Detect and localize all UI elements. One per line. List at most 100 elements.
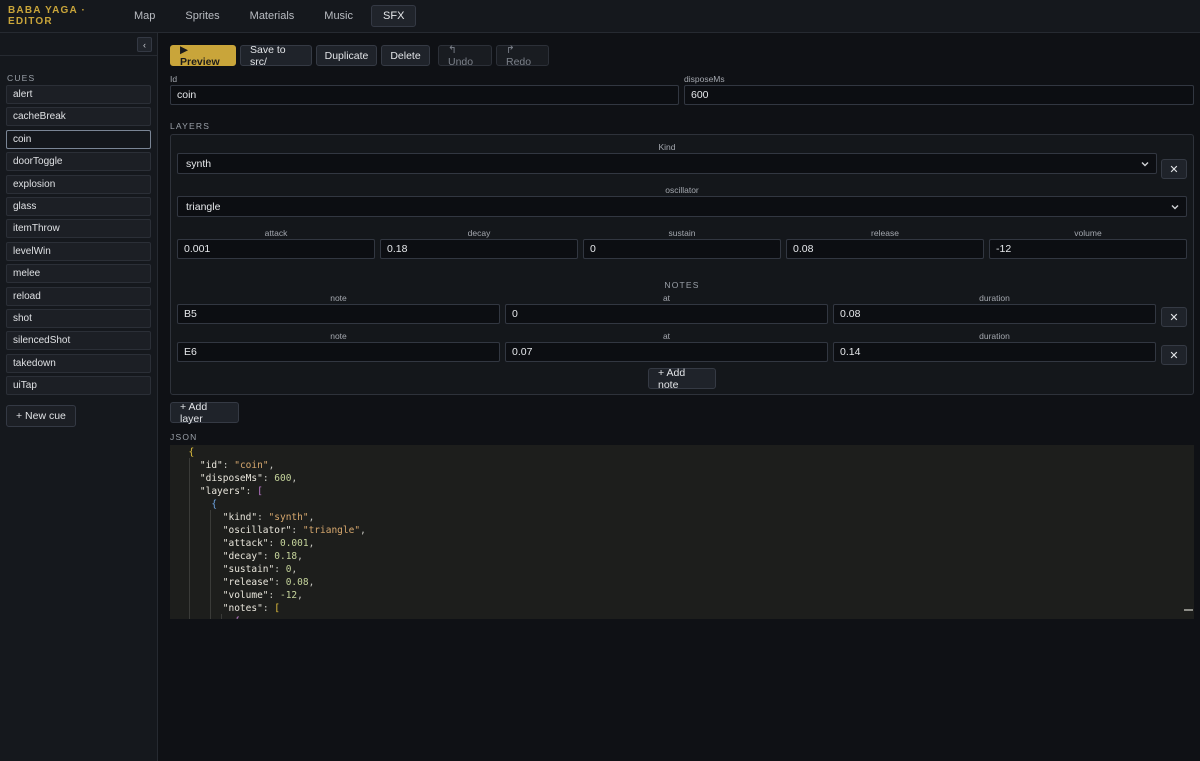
cue-item-alert[interactable]: alert — [6, 85, 151, 104]
json-line: "oscillator": "triangle", — [177, 524, 366, 537]
json-token: "notes" — [222, 603, 263, 614]
id-field[interactable]: coin — [170, 85, 679, 105]
sustain-field[interactable]: 0 — [583, 239, 781, 259]
json-token: { — [188, 447, 195, 458]
new-cue-button[interactable]: + New cue — [6, 405, 76, 427]
delete-button[interactable]: Delete — [381, 45, 430, 66]
cue-item-coin[interactable]: coin — [6, 129, 151, 149]
sidebar-header: ‹ — [0, 33, 157, 56]
cue-item-explosion[interactable]: explosion — [6, 174, 151, 194]
undo-button[interactable]: ↰ Undo — [438, 44, 492, 68]
json-token: , — [291, 564, 298, 575]
json-line: { — [177, 615, 240, 619]
note-note-field[interactable]: E6 — [177, 342, 500, 362]
chevron-down-icon — [1141, 162, 1149, 167]
cue-item-silencedShot[interactable]: silencedShot — [6, 331, 151, 351]
note-duration-field[interactable]: 0.08 — [833, 304, 1156, 324]
tab-sfx[interactable]: SFX — [371, 5, 417, 27]
json-token: [ — [257, 486, 263, 497]
json-token: , — [291, 473, 298, 484]
release-field[interactable]: 0.08 — [786, 239, 984, 259]
json-token: : — [245, 486, 258, 497]
note-duration-field[interactable]: 0.14 — [833, 342, 1156, 362]
json-line: "attack": 0.001, — [177, 537, 315, 550]
oscillator-label: oscillator — [665, 185, 699, 195]
json-token: , — [297, 590, 303, 601]
json-token: : — [274, 577, 286, 588]
cue-item-reload[interactable]: reload — [6, 286, 151, 306]
collapse-sidebar-icon[interactable]: ‹ — [137, 37, 152, 52]
oscillator-select[interactable]: triangle — [177, 196, 1187, 217]
json-line: { — [177, 446, 194, 459]
volume-label: volume — [1074, 228, 1102, 238]
json-token: : — [268, 590, 280, 601]
decay-field[interactable]: 0.18 — [380, 239, 578, 259]
scrollbar-thumb[interactable] — [1184, 609, 1193, 611]
tab-sprites[interactable]: Sprites — [173, 5, 231, 27]
volume-field[interactable]: -12 — [989, 239, 1187, 259]
json-token: "triangle" — [302, 525, 361, 536]
duplicate-button[interactable]: Duplicate — [316, 45, 377, 66]
kind-select[interactable]: synth — [177, 153, 1157, 174]
cue-item-uiTap[interactable]: uiTap — [6, 376, 151, 396]
note-duration-label: duration — [979, 331, 1010, 341]
cue-item-shot[interactable]: shot — [6, 308, 151, 328]
json-line: "decay": 0.18, — [177, 550, 303, 563]
json-token: , — [268, 460, 275, 471]
remove-layer-icon[interactable]: ✕ — [1161, 159, 1187, 179]
cue-item-takedown[interactable]: takedown — [6, 353, 151, 373]
remove-note-icon[interactable]: ✕ — [1161, 345, 1187, 365]
json-token: : — [291, 525, 303, 536]
json-token: "oscillator" — [222, 525, 292, 536]
tab-materials[interactable]: Materials — [238, 5, 307, 27]
kind-value: synth — [186, 157, 212, 170]
sustain-label: sustain — [668, 228, 696, 238]
note-at-label: at — [662, 331, 671, 341]
cue-item-levelWin[interactable]: levelWin — [6, 241, 151, 261]
dispose-ms-field[interactable]: 600 — [684, 85, 1194, 105]
top-bar: BABA YAGA · EDITOR Map Sprites Materials Mu… — [0, 0, 1200, 33]
preview-button[interactable]: ▶ Preview — [170, 44, 236, 68]
attack-field[interactable]: 0.001 — [177, 239, 375, 259]
json-token: 0.18 — [274, 551, 298, 562]
note-at-field[interactable]: 0.07 — [505, 342, 828, 362]
json-token: , — [360, 525, 366, 536]
cue-item-cacheBreak[interactable]: cacheBreak — [6, 107, 151, 127]
json-token: "layers" — [199, 486, 246, 497]
cue-item-doorToggle[interactable]: doorToggle — [6, 152, 151, 172]
json-line: "id": "coin", — [177, 459, 274, 472]
cues-heading: CUES — [7, 73, 36, 83]
save-button[interactable]: Save to src/ — [240, 44, 312, 68]
note-note-field[interactable]: B5 — [177, 304, 500, 324]
cue-item-melee[interactable]: melee — [6, 264, 151, 284]
json-line: "disposeMs": 600, — [177, 472, 297, 485]
chevron-down-icon — [1171, 205, 1179, 210]
cue-item-glass[interactable]: glass — [6, 196, 151, 216]
kind-label: Kind — [658, 142, 676, 152]
note-at-field[interactable]: 0 — [505, 304, 828, 324]
json-token: , — [308, 577, 315, 588]
json-token: { — [211, 499, 218, 510]
tab-music[interactable]: Music — [312, 5, 365, 27]
add-layer-button[interactable]: + Add layer — [170, 401, 239, 425]
note-at-label: at — [662, 293, 671, 303]
json-line: "kind": "synth", — [177, 511, 315, 524]
remove-note-icon[interactable]: ✕ — [1161, 307, 1187, 327]
json-heading: JSON — [170, 432, 198, 442]
tab-map[interactable]: Map — [122, 5, 167, 27]
redo-button[interactable]: ↱ Redo — [496, 44, 549, 68]
cue-item-itemThrow[interactable]: itemThrow — [6, 219, 151, 239]
sidebar: ‹ CUES alert cacheBreak coin doorToggle expl… — [0, 33, 158, 761]
json-editor[interactable]: { "id": "coin", "disposeMs": 600, "layer… — [170, 445, 1194, 619]
json-token: "synth" — [268, 512, 309, 523]
add-note-button[interactable]: + Add note — [648, 367, 716, 391]
json-line: "layers": [ — [177, 485, 263, 498]
